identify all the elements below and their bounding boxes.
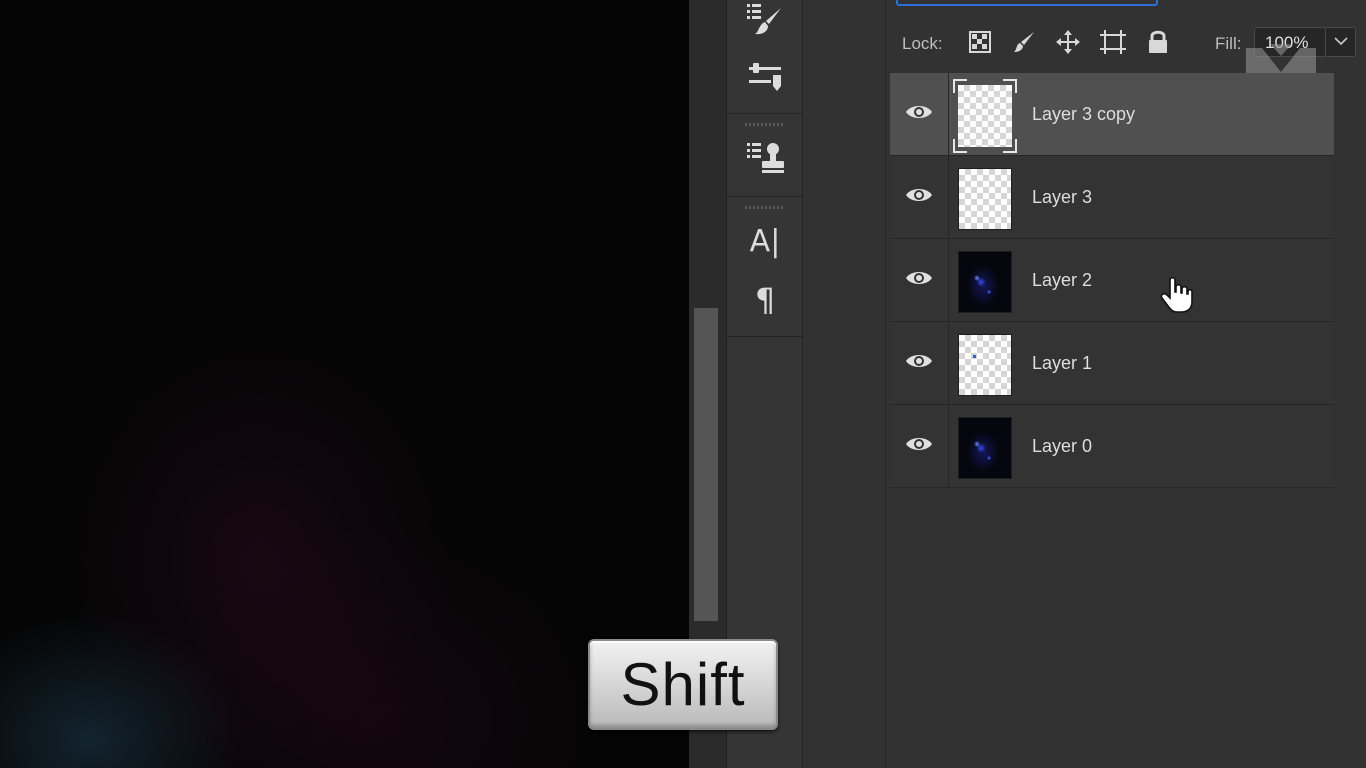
visibility-toggle[interactable]	[890, 322, 949, 404]
scrollbar-thumb[interactable]	[694, 308, 718, 621]
eye-icon	[905, 352, 933, 375]
layer-name: Layer 0	[1032, 436, 1093, 456]
clone-source-icon[interactable]	[743, 138, 787, 178]
hand-cursor-icon	[1160, 276, 1193, 313]
layer-name: Layer 3 copy	[1032, 104, 1136, 124]
layer-list: Layer 3 copy Layer 3 Layer 2 Layer 1 Lay…	[890, 73, 1334, 488]
lock-label: Lock:	[902, 34, 943, 53]
layer-thumbnail[interactable]	[953, 79, 1017, 153]
visibility-toggle[interactable]	[890, 239, 949, 321]
fill-label: Fill:	[1215, 34, 1242, 53]
blend-mode-dropdown[interactable]	[896, 0, 1158, 6]
layer-thumbnail[interactable]	[958, 251, 1012, 313]
paragraph-icon[interactable]: ¶	[743, 280, 787, 320]
fill-dropdown-button[interactable]	[1326, 27, 1356, 57]
layer-thumbnail[interactable]	[958, 334, 1012, 396]
layer-row[interactable]: Layer 0	[890, 405, 1334, 488]
layer-thumbnail[interactable]	[958, 417, 1012, 479]
eye-icon	[905, 435, 933, 458]
lock-position-icon[interactable]	[1054, 28, 1082, 56]
layers-panel: Lock: Fill: 100% Layer 3 copy Layer 3 La…	[886, 0, 1366, 768]
layer-row[interactable]: Layer 3 copy	[890, 73, 1334, 156]
layer-thumbnail[interactable]	[958, 168, 1012, 230]
document-canvas[interactable]	[0, 0, 689, 768]
character-icon[interactable]: A|	[743, 222, 787, 262]
lock-artboard-icon[interactable]	[1099, 28, 1127, 56]
panel-gutter	[803, 0, 886, 768]
brush-presets-icon[interactable]	[743, 0, 787, 40]
visibility-toggle[interactable]	[890, 73, 949, 155]
layer-row[interactable]: Layer 3	[890, 156, 1334, 239]
eye-icon	[905, 103, 933, 126]
shift-key-label: Shift	[620, 651, 746, 718]
layer-row[interactable]: Layer 1	[890, 322, 1334, 405]
lock-transparent-pixels-icon[interactable]	[966, 28, 994, 56]
layer-row[interactable]: Layer 2	[890, 239, 1334, 322]
lock-all-icon[interactable]	[1144, 28, 1172, 56]
layer-name: Layer 2	[1032, 270, 1093, 290]
chevron-down-icon	[1333, 33, 1348, 51]
visibility-toggle[interactable]	[890, 156, 949, 238]
eye-icon	[905, 269, 933, 292]
eye-icon	[905, 186, 933, 209]
lock-image-pixels-icon[interactable]	[1010, 28, 1038, 56]
visibility-toggle[interactable]	[890, 405, 949, 487]
adjustment-sliders-icon[interactable]	[743, 56, 787, 96]
layer-name: Layer 3	[1032, 187, 1093, 207]
shift-key-overlay: Shift	[588, 639, 778, 730]
layer-name: Layer 1	[1032, 353, 1093, 373]
